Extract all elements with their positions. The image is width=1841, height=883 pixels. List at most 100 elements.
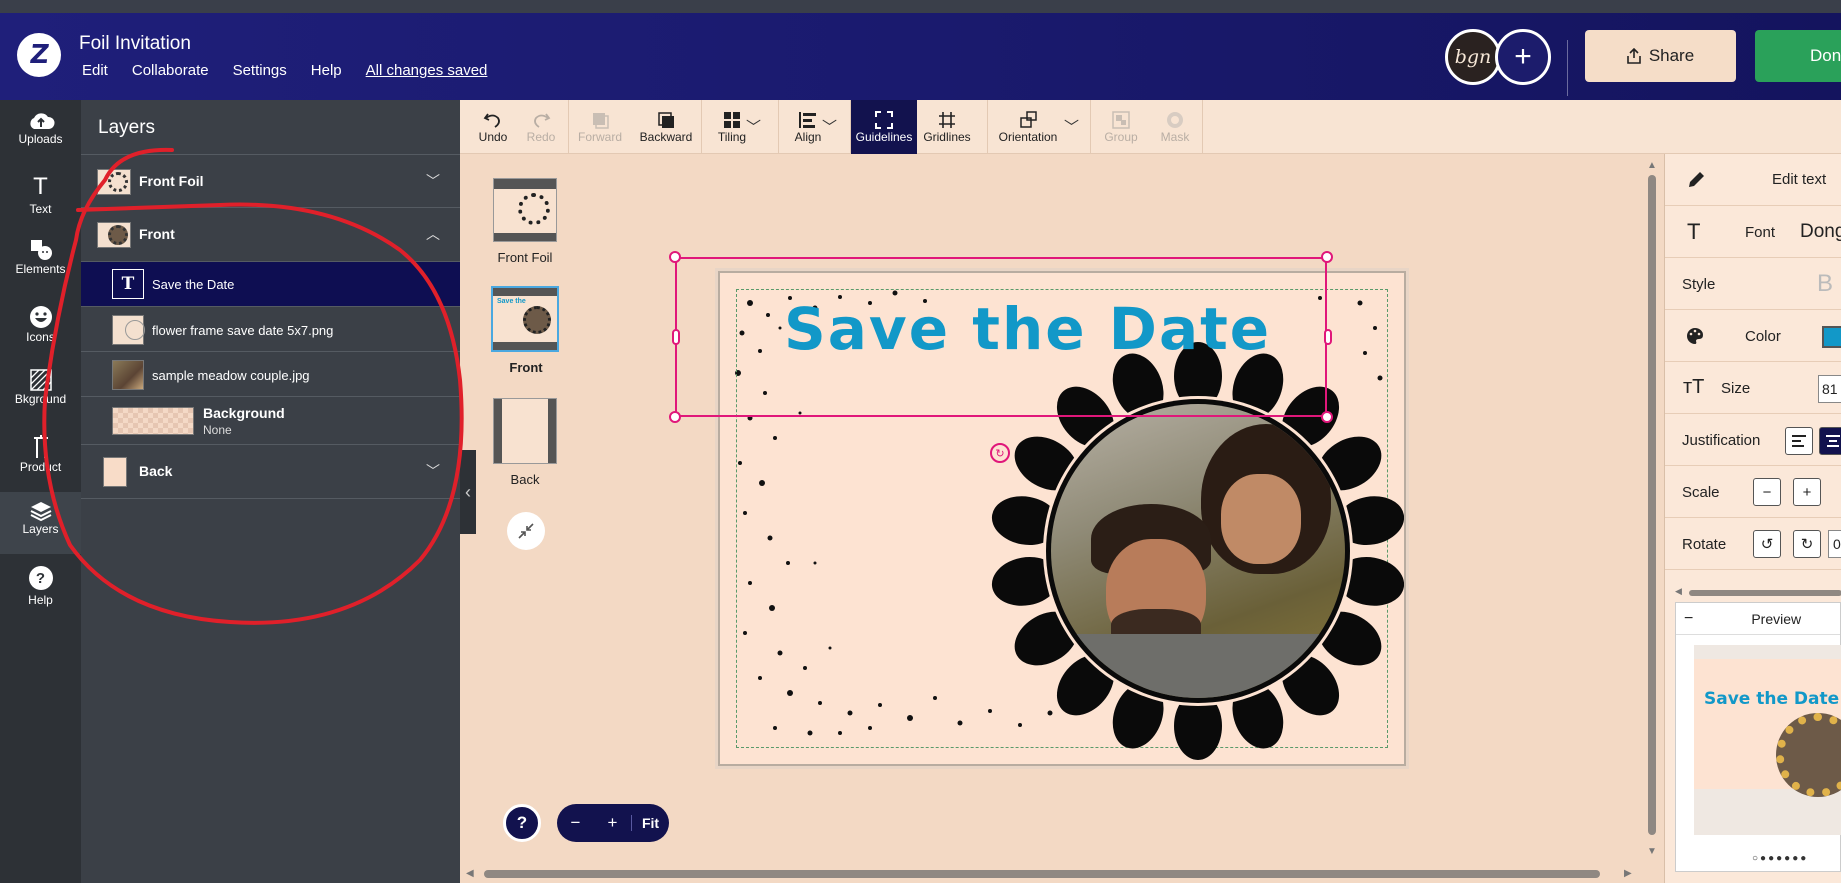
- rail-product[interactable]: Product: [0, 434, 81, 486]
- chevron-down-icon[interactable]: ﹀: [426, 461, 440, 481]
- size-input[interactable]: 81: [1818, 375, 1841, 403]
- layer-group-front[interactable]: Front ︿: [81, 208, 460, 262]
- panel-horizontal-scrollbar[interactable]: ◀: [1675, 586, 1841, 598]
- justify-center-button[interactable]: [1819, 427, 1841, 455]
- user-avatar[interactable]: bgn: [1445, 29, 1501, 85]
- mask-button[interactable]: Mask: [1150, 100, 1200, 154]
- scroll-left-arrow-icon[interactable]: ◀: [1675, 586, 1682, 597]
- chevron-up-icon[interactable]: ︿: [426, 224, 440, 244]
- text-layer-icon: T: [112, 269, 144, 299]
- page-thumb-front-foil[interactable]: [493, 178, 557, 242]
- resize-handle-bottom-left[interactable]: [669, 411, 681, 423]
- rail-icons[interactable]: Icons: [0, 304, 81, 356]
- done-button[interactable]: Done: [1755, 30, 1841, 82]
- rotate-input[interactable]: 0: [1828, 530, 1841, 558]
- resize-handle-right[interactable]: [1324, 329, 1332, 345]
- menu-collaborate[interactable]: Collaborate: [132, 62, 209, 79]
- zazzle-logo[interactable]: Z: [17, 33, 61, 77]
- couple-photo[interactable]: [1051, 404, 1345, 698]
- scroll-right-arrow-icon[interactable]: ▶: [1624, 868, 1632, 879]
- orientation-dropdown-chevron-icon[interactable]: ﹀: [1064, 116, 1079, 137]
- align-dropdown-chevron-icon[interactable]: ﹀: [822, 116, 837, 137]
- edit-text-header: Edit text: [1665, 154, 1841, 206]
- rail-background[interactable]: Bkground: [0, 368, 81, 420]
- zoom-out-button[interactable]: −: [557, 813, 594, 833]
- layer-item-flower-frame[interactable]: flower frame save date 5x7.png: [81, 307, 460, 352]
- scale-up-button[interactable]: +: [1793, 478, 1821, 506]
- palette-icon: [1687, 328, 1703, 344]
- canvas-horizontal-scrollbar[interactable]: ◀ ▶: [464, 866, 1634, 882]
- group-button[interactable]: Group: [1096, 100, 1146, 154]
- font-select[interactable]: Dong: [1800, 221, 1841, 243]
- menu-help[interactable]: Help: [311, 62, 342, 79]
- add-collaborator-button[interactable]: +: [1495, 29, 1551, 85]
- color-swatch[interactable]: [1822, 326, 1841, 348]
- rotate-row: Rotate ↺ ↻ 0: [1665, 518, 1841, 570]
- menu-settings[interactable]: Settings: [233, 62, 287, 79]
- rail-elements[interactable]: Elements: [0, 238, 81, 290]
- background-pattern-icon: [29, 369, 52, 391]
- justify-left-button[interactable]: [1785, 427, 1813, 455]
- preview-header: − Preview: [1676, 603, 1840, 635]
- collapse-preview-button[interactable]: −: [1684, 610, 1693, 628]
- smiley-icon: [29, 306, 52, 328]
- zoom-in-button[interactable]: +: [594, 813, 631, 833]
- zoom-fit-button[interactable]: Fit: [631, 815, 669, 831]
- layer-group-front-foil[interactable]: Front Foil ﹀: [81, 154, 460, 208]
- canvas-help-button[interactable]: ?: [503, 804, 541, 842]
- resize-handle-top-left[interactable]: [669, 251, 681, 263]
- main-menu: Edit Collaborate Settings Help All chang…: [82, 62, 511, 79]
- resize-handle-top-right[interactable]: [1321, 251, 1333, 263]
- layer-item-background[interactable]: Background None: [81, 397, 460, 445]
- page-thumb-front[interactable]: Save the: [491, 286, 559, 352]
- horizontal-scroll-thumb[interactable]: [484, 870, 1600, 878]
- undo-button[interactable]: Undo: [470, 100, 516, 154]
- layer-item-save-the-date[interactable]: T Save the Date: [81, 262, 460, 307]
- orientation-button[interactable]: Orientation: [989, 100, 1067, 154]
- save-status-link[interactable]: All changes saved: [366, 62, 488, 79]
- rail-uploads[interactable]: Uploads: [0, 110, 81, 162]
- layer-item-couple-photo[interactable]: sample meadow couple.jpg: [81, 352, 460, 397]
- rail-text[interactable]: T Text: [0, 174, 81, 226]
- background-thumbnail: [112, 407, 194, 435]
- panel-scroll-thumb[interactable]: [1689, 590, 1841, 596]
- layer-thumbnail: [112, 315, 145, 345]
- menu-edit[interactable]: Edit: [82, 62, 108, 79]
- collapse-panel-tab[interactable]: ‹: [460, 450, 476, 534]
- rotate-cw-icon: ↻: [1800, 536, 1814, 553]
- forward-button[interactable]: Forward: [570, 100, 630, 154]
- vertical-scroll-thumb[interactable]: [1648, 175, 1656, 835]
- rotate-handle-icon[interactable]: ↻: [990, 443, 1010, 463]
- shrink-pages-button[interactable]: [507, 512, 545, 550]
- layers-title: Layers: [98, 117, 156, 138]
- rail-help[interactable]: ? Help: [0, 566, 81, 618]
- resize-handle-left[interactable]: [672, 329, 680, 345]
- redo-button[interactable]: Redo: [518, 100, 564, 154]
- scroll-left-arrow-icon[interactable]: ◀: [466, 868, 474, 879]
- text-selection-box[interactable]: [675, 257, 1327, 417]
- scroll-up-arrow-icon[interactable]: ▲: [1647, 160, 1657, 171]
- rotate-left-button[interactable]: ↺: [1753, 530, 1781, 558]
- canvas-vertical-scrollbar[interactable]: ▲ ▼: [1644, 160, 1660, 860]
- rail-layers[interactable]: Layers: [0, 492, 81, 554]
- undo-icon: [483, 113, 500, 128]
- tiling-dropdown-chevron-icon[interactable]: ﹀: [746, 116, 761, 137]
- scale-down-button[interactable]: −: [1753, 478, 1781, 506]
- page-thumb-back[interactable]: [493, 398, 557, 464]
- backward-button[interactable]: Backward: [634, 100, 698, 154]
- editor-toolbar: Undo Redo Forward Backward Tiling ﹀ Alig…: [460, 100, 1841, 154]
- font-row: T Font Dong: [1665, 206, 1841, 258]
- document-title[interactable]: Foil Invitation: [79, 33, 191, 55]
- resize-handle-bottom-right[interactable]: [1321, 411, 1333, 423]
- rotate-right-button[interactable]: ↻: [1793, 530, 1821, 558]
- scroll-down-arrow-icon[interactable]: ▼: [1647, 846, 1657, 857]
- bold-toggle[interactable]: B: [1817, 270, 1833, 298]
- layer-thumbnail: [97, 169, 131, 195]
- guidelines-button[interactable]: Guidelines: [851, 100, 917, 154]
- layer-group-back[interactable]: Back ﹀: [81, 445, 460, 499]
- share-button[interactable]: Share: [1585, 30, 1736, 82]
- preview-carousel-dots[interactable]: ○●●●●●●: [1752, 853, 1808, 864]
- preview-image: Save the Date: [1694, 645, 1841, 835]
- chevron-down-icon[interactable]: ﹀: [426, 171, 440, 191]
- gridlines-button[interactable]: Gridlines: [919, 100, 975, 154]
